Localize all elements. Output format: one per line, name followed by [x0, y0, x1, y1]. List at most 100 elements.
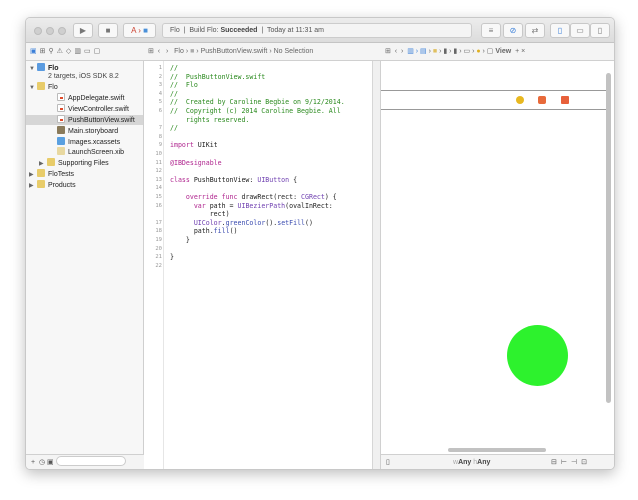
forward-icon[interactable]: › [166, 48, 168, 55]
stack-icon[interactable]: ⊟ [551, 459, 561, 466]
toggle-navigator-button[interactable]: ▯ [550, 23, 570, 38]
project-navigator: ▼ Flo 2 targets, iOS SDK 8.2 ▼ Flo AppDeleg… [26, 61, 144, 469]
close-editor-icon[interactable]: × [521, 48, 525, 55]
close-button[interactable] [34, 27, 42, 35]
navigator-item[interactable]: Main.storyboard [49, 125, 119, 136]
line-number: 11 [155, 159, 162, 166]
standard-editor-button[interactable]: ≡ [481, 23, 501, 38]
code-token: import [170, 141, 194, 150]
code-line: } [170, 236, 190, 244]
filter-input[interactable] [55, 456, 126, 466]
activity-viewer: Flo | Build Flo: Succeeded | Today at 11… [162, 23, 472, 38]
zoom-button[interactable] [58, 27, 66, 35]
project-subtitle: 2 targets, iOS SDK 8.2 [48, 73, 119, 80]
source-control-filter-icon[interactable]: ▣ [47, 459, 54, 466]
device-icon: ■ [143, 26, 148, 35]
code-token: ) { [324, 193, 337, 201]
resolve-issues-icon[interactable]: ⊡ [581, 459, 591, 466]
code-token: // Copyright (c) 2014 Caroline Begbie. A… [170, 107, 341, 115]
pin-icon[interactable]: ⊣ [571, 459, 581, 466]
navigator-item[interactable]: ▶ FloTests [29, 169, 74, 179]
disclosure-closed-icon[interactable]: ▶ [29, 170, 37, 180]
editor-splitter[interactable] [373, 61, 381, 469]
line-number: 21 [155, 254, 162, 261]
line-number: 17 [155, 219, 162, 226]
navigator-item[interactable]: AppDelegate.swift [49, 92, 124, 103]
code-token: { [289, 175, 298, 184]
line-number: 10 [155, 151, 162, 157]
jump-selection[interactable]: No Selection [274, 48, 314, 55]
navigator-item[interactable]: ▼ Flo [29, 82, 58, 92]
interface-builder-canvas[interactable] [381, 61, 614, 454]
jump-view[interactable]: View [495, 48, 511, 55]
build-time: Today at 11:31 am [266, 27, 325, 34]
related-items-icon[interactable]: ⊞ [148, 48, 154, 55]
navigator-item[interactable]: PushButtonView.swift [26, 114, 143, 125]
scheme-selector[interactable]: A › ■ [123, 23, 156, 38]
assistant-editor-button[interactable]: ⊘ [503, 23, 523, 38]
symbol-navigator-icon[interactable]: ⊞ [40, 48, 49, 55]
navigator-item[interactable]: LaunchScreen.xib [49, 147, 124, 157]
navigator-item[interactable]: ▶ Supporting Files [39, 158, 109, 168]
recent-files-icon[interactable]: ◷ [39, 459, 45, 466]
disclosure-closed-icon[interactable]: ▶ [39, 159, 47, 169]
source-editor[interactable]: //// PushButtonView.swift// Flo//// Crea… [164, 61, 373, 469]
code-token: path = [205, 201, 238, 210]
breakpoint-navigator-icon[interactable]: ▭ [84, 48, 94, 55]
issue-navigator-icon[interactable]: ⚠ [57, 48, 66, 55]
code-line: import UIKit [170, 141, 218, 149]
code-line: // [170, 64, 178, 72]
add-icon[interactable]: + [31, 459, 35, 466]
stop-button[interactable]: ■ [98, 23, 118, 38]
exit-icon[interactable] [561, 96, 569, 104]
align-icon[interactable]: ⊢ [561, 459, 571, 466]
navigator-item-label: LaunchScreen.xib [68, 149, 125, 157]
first-responder-icon[interactable] [538, 96, 546, 104]
back-icon[interactable]: ‹ [158, 48, 160, 55]
line-number: 1 [158, 65, 162, 71]
debug-navigator-icon[interactable]: ▥ [74, 48, 84, 55]
push-button-view[interactable] [507, 325, 568, 386]
toggle-utilities-button[interactable]: ▯ [590, 23, 610, 38]
jump-project[interactable]: Flo [174, 48, 184, 55]
line-number: 3 [158, 82, 162, 89]
toggle-debug-button[interactable]: ▭ [570, 23, 590, 38]
vertical-scrollbar[interactable] [606, 73, 611, 403]
horizontal-scrollbar[interactable] [448, 448, 546, 452]
view-controller-icon[interactable] [516, 96, 524, 104]
line-number: 5 [158, 99, 162, 106]
project-navigator-icon[interactable]: ▣ [30, 48, 40, 55]
jump-file[interactable]: PushButtonView.swift [201, 48, 268, 55]
code-token: setFill [277, 218, 306, 227]
code-token: () [305, 218, 313, 227]
assistant-jump-bar: ⊞ ‹ › ▥ › ▤ › ■ › ▮ › ▮ › ▭ › ● › ▢ View… [381, 43, 614, 61]
navigator-item-label: Products [48, 182, 76, 190]
size-class-button[interactable]: wAny hAny [453, 455, 490, 469]
document-outline-icon[interactable]: ▯ [386, 455, 390, 469]
line-number: 22 [155, 262, 162, 269]
report-navigator-icon[interactable]: ▢ [94, 48, 104, 55]
version-editor-button[interactable]: ⇄ [525, 23, 545, 38]
minimize-button[interactable] [46, 27, 54, 35]
code-token: // PushButtonView.swift [170, 72, 266, 81]
jump-bar: ⊞ ‹ › Flo › ■ › PushButtonView.swift › N… [144, 43, 381, 61]
folder-icon: ■ [190, 48, 195, 55]
navigator-item-label: PushButtonView.swift [68, 116, 135, 124]
disclosure-open-icon[interactable]: ▼ [29, 83, 37, 93]
find-navigator-icon[interactable]: ⚲ [49, 48, 57, 55]
code-token: UIBezierPath [237, 201, 286, 210]
run-button[interactable]: ▶ [73, 23, 93, 38]
code-token: } [170, 253, 174, 262]
line-number: 2 [158, 73, 162, 80]
disclosure-closed-icon[interactable]: ▶ [29, 181, 37, 191]
navigator-item-label: Main.storyboard [68, 127, 119, 135]
navigator-item[interactable]: Images.xcassets [49, 136, 120, 147]
navigator-item[interactable]: ▶ Products [29, 180, 76, 190]
code-token: () [229, 227, 238, 236]
related-items-icon[interactable]: ⊞ [385, 48, 391, 55]
navigator-item[interactable]: ViewController.swift [49, 103, 129, 114]
code-token: class [170, 175, 190, 184]
line-number: 6 [158, 108, 162, 114]
code-token: rect) [170, 210, 230, 219]
add-editor-icon[interactable]: + [515, 48, 519, 55]
